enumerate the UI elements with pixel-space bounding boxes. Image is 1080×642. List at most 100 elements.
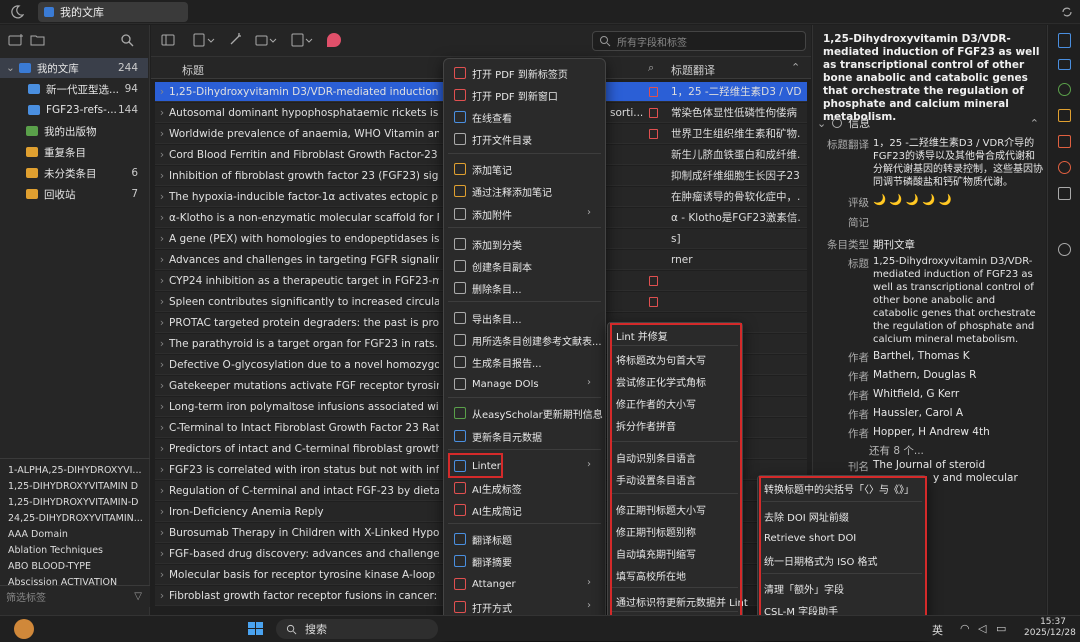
author-value[interactable]: Haussler, Carol A [873, 407, 1043, 419]
menu-item[interactable]: 生成条目报告... [454, 352, 542, 372]
menu-item[interactable]: 打开文件目录 [454, 129, 532, 149]
menu-item[interactable]: 自动填充期刊缩写 [616, 543, 696, 563]
windows-start-icon[interactable] [248, 622, 264, 636]
menu-item[interactable]: 转换标题中的尖括号「〈〉与《》」 [764, 478, 914, 498]
tag-item[interactable]: AAA Domain [8, 529, 146, 540]
chevron-right-icon[interactable]: › [155, 359, 169, 371]
chevron-right-icon[interactable]: › [155, 107, 169, 119]
menu-item[interactable]: 在线查看 [454, 107, 512, 127]
chevron-right-icon[interactable]: › [155, 485, 169, 497]
chevron-right-icon[interactable]: › [155, 275, 169, 287]
menu-item[interactable]: 添加附件 [454, 204, 512, 224]
menu-item[interactable]: 打开方式 [454, 597, 512, 617]
chevron-right-icon[interactable]: › [155, 296, 169, 308]
chevron-right-icon[interactable]: › [155, 506, 169, 518]
title-value[interactable]: 1,25-Dihydroxyvitamin D3/VDR-mediated in… [873, 255, 1043, 346]
menu-item[interactable]: 翻译标题 [454, 529, 512, 549]
menu-item[interactable]: 修正期刊标题大小写 [616, 499, 706, 519]
menu-item[interactable]: 添加到分类 [454, 234, 522, 254]
menu-item[interactable]: 用所选条目创建参考文献表... [454, 330, 602, 350]
chevron-right-icon[interactable]: › [155, 380, 169, 392]
collection-item[interactable]: FGF23-refs-... 144 [0, 100, 148, 120]
tag-item[interactable]: ABO BLOOD-TYPE [8, 561, 146, 572]
filter-icon[interactable]: ▽ [134, 591, 142, 602]
author-value[interactable]: Hopper, H Andrew 4th [873, 426, 1043, 438]
menu-item[interactable]: AI生成标签 [454, 478, 522, 498]
menu-item[interactable]: 拆分作者拼音 [616, 415, 676, 435]
library-tab[interactable]: 我的文库 [38, 2, 188, 22]
attachment-icon[interactable] [1058, 83, 1071, 96]
tags-icon[interactable] [1058, 135, 1071, 148]
pdf-icon[interactable] [649, 86, 658, 97]
note-menu-icon[interactable] [291, 33, 313, 47]
menu-item[interactable]: Retrieve short DOI [764, 528, 856, 548]
menu-item[interactable]: 尝试修正化学式角标 [616, 371, 706, 391]
sync-icon[interactable] [1060, 5, 1074, 19]
chevron-right-icon[interactable]: › [155, 233, 169, 245]
menu-item[interactable]: 通过标识符更新元数据并 Lint [616, 591, 748, 611]
collection-my-publications[interactable]: 我的出版物 [0, 121, 148, 141]
collection-trash[interactable]: 回收站 7 [0, 184, 148, 204]
author-value[interactable]: Whitfield, G Kerr [873, 388, 1043, 400]
column-title[interactable]: 标题 [182, 62, 204, 78]
info-doc-icon[interactable] [1058, 33, 1071, 48]
tag-item[interactable]: Ablation Techniques [8, 545, 146, 556]
battery-icon[interactable]: ▭ [996, 622, 1006, 635]
new-item-icon[interactable] [193, 33, 215, 47]
menu-item[interactable]: Manage DOIs [454, 374, 539, 394]
tag-item[interactable]: 1-ALPHA,25-DIHYDROXYVI... [8, 465, 146, 476]
clock[interactable]: 15:37 2025/12/28 [1024, 617, 1076, 639]
menu-item[interactable]: 打开 PDF 到新标签页 [454, 63, 568, 83]
folder-icon[interactable] [30, 33, 46, 47]
menu-item[interactable]: 去除 DOI 网址前缀 [764, 506, 849, 526]
menu-item[interactable]: 创建条目副本 [454, 256, 532, 276]
type-value[interactable]: 期刊文章 [873, 237, 1043, 252]
volume-icon[interactable]: ◁ [978, 622, 986, 635]
tag-item[interactable]: 1,25-DIHYDROXYVITAMIN D [8, 481, 146, 492]
search-input[interactable]: 所有字段和标签 [592, 31, 806, 51]
arrow-circle-icon[interactable] [1058, 243, 1071, 256]
magic-wand-icon[interactable] [229, 32, 243, 46]
chevron-right-icon[interactable]: › [155, 569, 169, 581]
tag-filter-input[interactable]: 筛选标签 ▽ [0, 585, 150, 607]
toggle-pane-icon[interactable] [161, 34, 175, 46]
chevron-right-icon[interactable]: › [155, 338, 169, 350]
search-icon[interactable] [120, 33, 134, 47]
more-authors-link[interactable]: 还有 8 个... [869, 443, 1039, 458]
weather-icon[interactable] [14, 619, 34, 639]
related-icon[interactable] [1058, 161, 1071, 174]
taskbar-search[interactable]: 搜索 [276, 619, 438, 639]
sort-up-icon[interactable]: ⌃ [791, 61, 800, 74]
menu-item[interactable]: AI生成简记 [454, 500, 522, 520]
menu-item[interactable]: 修正期刊标题别称 [616, 521, 696, 541]
menu-item[interactable]: 清理「额外」字段 [764, 578, 844, 598]
chevron-right-icon[interactable]: › [155, 191, 169, 203]
trans-value[interactable]: 1，25 -二羟维生素D3 / VDR介导的FGF23的诱导以及其他骨合成代谢和… [873, 137, 1043, 189]
column-translation[interactable]: 标题翻译 [671, 62, 715, 78]
menu-item[interactable]: Lint 并修复 [616, 325, 668, 345]
menu-item[interactable]: 更新条目元数据 [454, 426, 542, 446]
chevron-right-icon[interactable]: › [155, 548, 169, 560]
chevron-right-icon[interactable]: › [155, 464, 169, 476]
menu-item[interactable]: 将标题改为句首大写 [616, 349, 706, 369]
menu-item[interactable]: 填写高校所在地 [616, 565, 686, 585]
menu-item[interactable]: 统一日期格式为 ISO 格式 [764, 550, 878, 570]
menu-item[interactable]: 翻译摘要 [454, 551, 512, 571]
chevron-right-icon[interactable]: › [155, 527, 169, 539]
author-value[interactable]: Barthel, Thomas K [873, 350, 1043, 362]
collection-unfiled[interactable]: 未分类条目 6 [0, 163, 148, 183]
chevron-right-icon[interactable]: › [155, 170, 169, 182]
wifi-icon[interactable]: ◠ [960, 622, 970, 635]
menu-item[interactable]: 从easyScholar更新期刊信息 [454, 403, 603, 423]
menu-item[interactable]: 添加笔记 [454, 159, 512, 179]
notes-icon[interactable] [1058, 109, 1071, 122]
journal-value[interactable]: The Journal of steroid [873, 459, 1043, 471]
input-language[interactable]: 英 [932, 622, 943, 638]
moon-icon[interactable] [10, 5, 24, 19]
collection-my-library[interactable]: ⌄ 我的文库 244 [0, 58, 148, 78]
chevron-right-icon[interactable]: › [155, 128, 169, 140]
pdf-icon[interactable] [649, 107, 658, 118]
chevron-right-icon[interactable]: › [155, 443, 169, 455]
menu-item[interactable]: 修正作者的大小写 [616, 393, 696, 413]
chevron-right-icon[interactable]: › [155, 590, 169, 602]
